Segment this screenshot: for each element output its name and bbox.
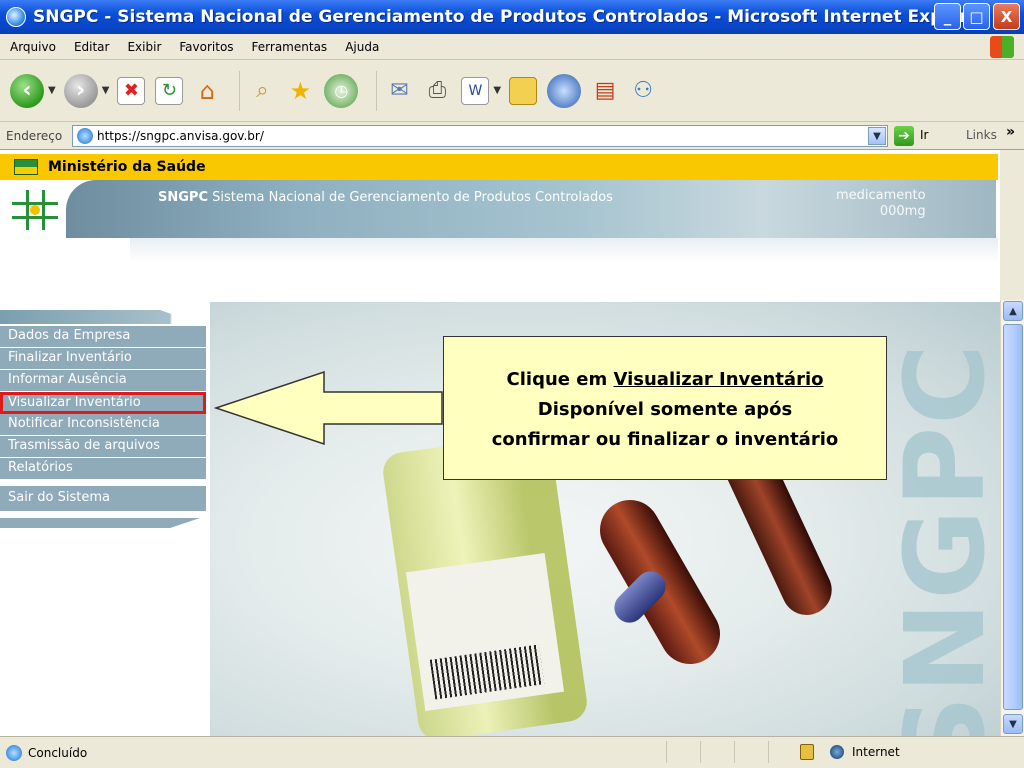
go-arrow-icon[interactable]: ➔ [894, 126, 914, 146]
page-done-icon [6, 744, 22, 761]
menu-ajuda[interactable]: Ajuda [345, 40, 379, 54]
menu-arquivo[interactable]: Arquivo [10, 40, 56, 54]
banner-med-line1: medicamento [836, 188, 926, 203]
back-button[interactable]: ‹ [10, 73, 44, 108]
messenger-icon[interactable] [547, 73, 582, 108]
forward-dropdown-icon[interactable]: ▼ [102, 85, 110, 96]
status-bar: Concluído Internet [0, 736, 1024, 768]
scroll-down-icon[interactable]: ▼ [1003, 714, 1023, 734]
menu-relatorios[interactable]: Relatórios [0, 458, 206, 480]
contacts-icon[interactable]: ⚇ [629, 77, 657, 105]
callout-arrow-icon [214, 370, 443, 446]
menu-finalizar-inventario[interactable]: Finalizar Inventário [0, 348, 206, 370]
banner-medicine-label: medicamento 000mg [836, 188, 926, 220]
menu-bar: Arquivo Editar Exibir Favoritos Ferramen… [0, 34, 1024, 60]
search-icon[interactable]: ⌕ [248, 77, 276, 105]
scroll-up-icon[interactable]: ▲ [1003, 301, 1023, 321]
callout-link-text: Visualizar Inventário [613, 369, 824, 390]
lock-icon[interactable] [800, 744, 814, 760]
callout-prefix: Clique em [506, 369, 614, 390]
ministry-title: Ministério da Saúde [48, 159, 206, 175]
address-bar: Endereço https://sngpc.anvisa.gov.br/ ▼ … [0, 122, 1024, 150]
page-content: Ministério da Saúde SNGPC Sistema Nacion… [0, 150, 1000, 736]
banner-med-line2: 000mg [879, 204, 926, 219]
callout-line1: Clique em Visualizar Inventário [444, 365, 886, 395]
toolbar-separator [239, 70, 241, 111]
print-icon[interactable]: ⎙ [423, 77, 451, 105]
internet-zone-icon [830, 745, 844, 759]
menu-favoritos[interactable]: Favoritos [179, 40, 233, 54]
side-menu: Dados da Empresa Finalizar Inventário In… [0, 326, 206, 512]
close-button[interactable]: X [993, 3, 1020, 30]
toolbar: ‹ ▼ › ▼ ✖ ↻ ⌂ ⌕ ★ ◷ ✉ ⎙ W ▼ ▤ ⚇ [0, 60, 1024, 122]
brazil-flag-icon [14, 159, 38, 175]
banner-shadow [130, 238, 998, 262]
callout-line2: Disponível somente após [537, 399, 793, 420]
banner-title: SNGPC Sistema Nacional de Gerenciamento … [158, 190, 613, 205]
toolbar-separator [376, 70, 378, 111]
window-title: SNGPC - Sistema Nacional de Gerenciament… [33, 7, 989, 27]
mail-icon[interactable]: ✉ [385, 77, 413, 105]
home-icon[interactable]: ⌂ [193, 77, 221, 105]
back-dropdown-icon[interactable]: ▼ [48, 85, 56, 96]
instruction-callout: Clique em Visualizar Inventário Disponív… [443, 336, 887, 480]
address-dropdown-icon[interactable]: ▼ [868, 127, 886, 145]
menu-informar-ausencia[interactable]: Informar Ausência [0, 370, 206, 392]
anvisa-logo [12, 190, 58, 230]
scroll-thumb[interactable] [1003, 324, 1023, 710]
maximize-button[interactable]: □ [963, 3, 990, 30]
security-zone-text: Internet [852, 745, 900, 759]
menu-editar[interactable]: Editar [74, 40, 110, 54]
banner-acronym: SNGPC [158, 190, 208, 205]
vertical-scrollbar[interactable]: ▲ ▼ [1000, 300, 1024, 736]
ministry-bar: Ministério da Saúde [0, 154, 998, 180]
minimize-button[interactable]: _ [934, 3, 961, 30]
status-text: Concluído [28, 745, 88, 760]
stop-icon[interactable]: ✖ [117, 76, 146, 105]
edit-word-icon[interactable]: W [461, 76, 490, 105]
sngpc-watermark: SNGPC [881, 342, 1000, 736]
banner-system-name: Sistema Nacional de Gerenciamento de Pro… [212, 190, 613, 205]
browser-window: SNGPC - Sistema Nacional de Gerenciament… [0, 0, 1024, 768]
menu-exibir[interactable]: Exibir [127, 40, 161, 54]
callout-line3: confirmar ou finalizar o inventário [491, 429, 839, 450]
links-chevron-icon[interactable]: » [1006, 124, 1015, 140]
menu-bottom-decoration [0, 518, 200, 528]
menu-top-decoration [0, 310, 200, 324]
windows-logo-icon [990, 36, 1014, 58]
page-icon [77, 128, 93, 144]
header-banner: SNGPC Sistema Nacional de Gerenciamento … [0, 180, 998, 238]
menu-transmissao-arquivos[interactable]: Trasmissão de arquivos [0, 436, 206, 458]
refresh-icon[interactable]: ↻ [155, 76, 184, 105]
research-icon[interactable]: ▤ [591, 77, 619, 105]
discuss-icon[interactable] [509, 76, 538, 105]
address-label: Endereço [6, 128, 63, 143]
history-icon[interactable]: ◷ [324, 73, 359, 108]
menu-ferramentas[interactable]: Ferramentas [252, 40, 328, 54]
menu-dados-empresa[interactable]: Dados da Empresa [0, 326, 206, 348]
edit-dropdown-icon[interactable]: ▼ [493, 85, 501, 96]
sngpc-watermark-text: SNGPC [881, 342, 1000, 736]
menu-notificar-inconsistencia[interactable]: Notificar Inconsistência [0, 414, 206, 436]
links-button[interactable]: Links [966, 128, 997, 142]
status-cells [666, 741, 802, 763]
forward-button[interactable]: › [63, 73, 98, 108]
ie-icon [6, 7, 26, 27]
favorites-star-icon[interactable]: ★ [286, 77, 314, 105]
menu-sair[interactable]: Sair do Sistema [0, 486, 206, 512]
address-url[interactable]: https://sngpc.anvisa.gov.br/ [97, 129, 264, 143]
go-button[interactable]: Ir [920, 128, 928, 142]
menu-visualizar-inventario[interactable]: Visualizar Inventário [0, 392, 206, 414]
address-field[interactable]: https://sngpc.anvisa.gov.br/ ▼ [72, 125, 888, 147]
title-bar: SNGPC - Sistema Nacional de Gerenciament… [0, 0, 1024, 34]
